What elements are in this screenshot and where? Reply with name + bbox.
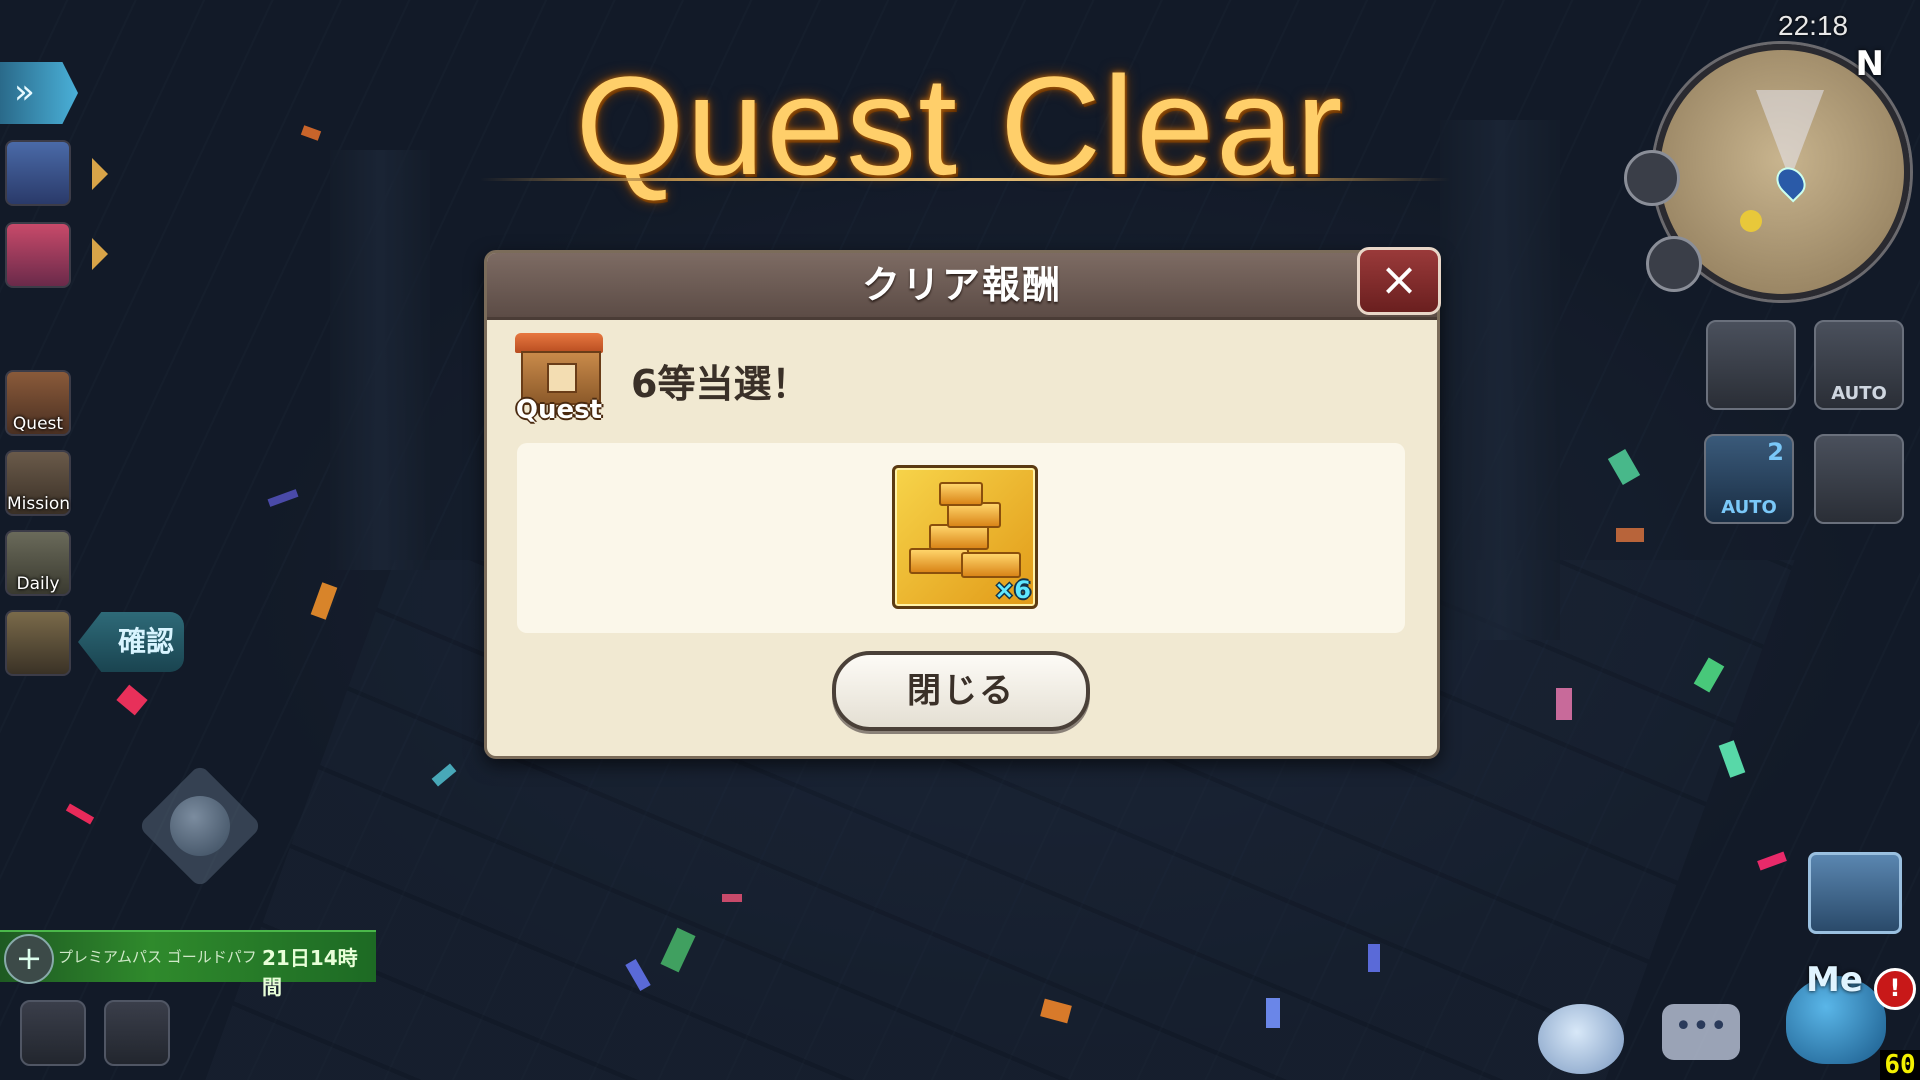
- premium-pass-bar[interactable]: + プレミアムパス ゴールドパフ 21日14時間: [0, 930, 376, 999]
- joystick-knob[interactable]: [170, 796, 230, 856]
- premium-pass-name: プレミアムパス ゴールドパフ: [58, 948, 257, 966]
- character-menu-button[interactable]: [5, 140, 71, 206]
- clear-reward-dialog: クリア報酬 × Quest 6等当選！ ×6 閉じる: [484, 247, 1441, 759]
- fps-counter: 60: [1880, 1050, 1920, 1080]
- auto-play-label: AUTO: [1831, 383, 1887, 404]
- chat-icon[interactable]: •••: [1662, 1004, 1740, 1060]
- quest-menu-label: Quest: [12, 414, 64, 434]
- premium-pass-time: 21日14時間: [262, 946, 358, 999]
- quest-badge-icon: Quest: [511, 333, 607, 425]
- daily-menu-button[interactable]: Daily: [5, 530, 71, 596]
- pet-menu-button[interactable]: [5, 222, 71, 288]
- item-quantity: ×6: [994, 576, 1031, 604]
- gold-bars-icon[interactable]: ×6: [892, 465, 1038, 609]
- confetti-piece: [1556, 688, 1572, 720]
- auto-play-button[interactable]: AUTO: [1814, 320, 1904, 410]
- auto-skill-label: AUTO: [1721, 497, 1777, 518]
- daily-menu-label: Daily: [16, 574, 60, 594]
- quest-badge-label: Quest: [515, 395, 603, 425]
- auto-skill-number: 2: [1767, 438, 1784, 466]
- close-button[interactable]: 閉じる: [832, 651, 1090, 731]
- fast-forward-icon: »: [14, 72, 35, 112]
- virtual-joystick[interactable]: [134, 760, 266, 892]
- emote-icon[interactable]: [1538, 1004, 1624, 1074]
- mission-menu-label: Mission: [7, 494, 71, 514]
- mission-menu-button[interactable]: Mission: [5, 450, 71, 516]
- alert-icon: !: [1874, 968, 1916, 1010]
- objective-marker-icon: [1740, 210, 1762, 232]
- confetti-piece: [1616, 528, 1644, 542]
- reward-panel: ×6: [517, 443, 1405, 633]
- me-label: Me: [1806, 960, 1863, 1000]
- fast-forward-button[interactable]: »: [0, 62, 78, 124]
- gold-bar: [939, 482, 983, 506]
- dialog-header: クリア報酬: [487, 253, 1437, 320]
- confetti-piece: [1368, 944, 1380, 972]
- plus-icon[interactable]: +: [4, 934, 54, 984]
- confetti-piece: [1266, 998, 1280, 1028]
- camera-button[interactable]: [1706, 320, 1796, 410]
- auto-skill-button[interactable]: 2 AUTO: [1704, 434, 1794, 524]
- gift-basket-icon[interactable]: [104, 1000, 170, 1066]
- compass-icon[interactable]: [20, 1000, 86, 1066]
- quest-menu-button[interactable]: Quest: [5, 370, 71, 436]
- expand-arrow-icon[interactable]: [92, 158, 108, 190]
- pet-status-button[interactable]: [5, 610, 71, 676]
- north-indicator: N: [1855, 44, 1884, 84]
- party-button[interactable]: [1814, 434, 1904, 524]
- confetti-piece: [722, 894, 742, 902]
- expand-arrow-icon[interactable]: [92, 238, 108, 270]
- treasure-chest-icon[interactable]: [1808, 852, 1902, 934]
- map-pet-button[interactable]: [1646, 236, 1702, 292]
- map-rotate-button[interactable]: [1624, 150, 1680, 206]
- prize-result-text: 6等当選！: [631, 362, 810, 406]
- gold-bar: [961, 552, 1021, 578]
- clock: 22:18: [1778, 10, 1849, 41]
- gold-bar: [909, 548, 969, 574]
- close-icon[interactable]: ×: [1357, 247, 1441, 315]
- quest-badge-roof: [515, 333, 603, 353]
- title-divider: [480, 178, 1450, 181]
